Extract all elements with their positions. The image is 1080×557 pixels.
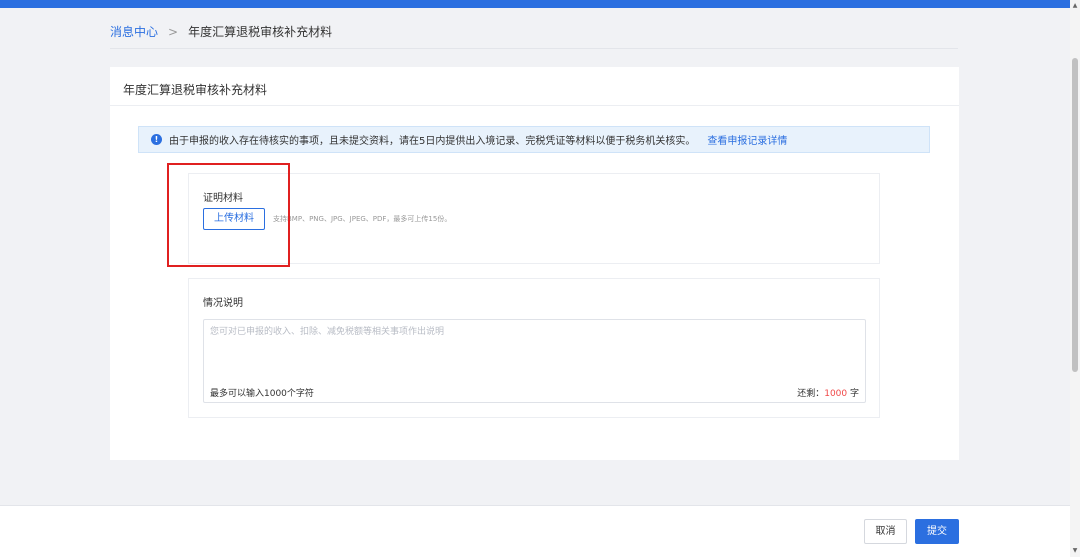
vertical-scrollbar[interactable]: ▲ ▼ — [1070, 0, 1080, 557]
remaining-count: 1000 — [824, 389, 848, 399]
card-divider — [110, 105, 959, 106]
remaining-suffix: 字 — [847, 389, 859, 399]
view-declaration-record-link[interactable]: 查看申报记录详情 — [707, 132, 787, 147]
situation-description-section: 情况说明 最多可以输入1000个字符 还剩：1000 字 — [188, 278, 880, 418]
description-textarea[interactable] — [204, 320, 865, 378]
proof-materials-section: 证明材料 上传材料 支持BMP、PNG、JPG、JPEG、PDF，最多可上传15… — [188, 173, 880, 264]
top-accent-bar — [0, 0, 1070, 8]
footer-action-bar: 取消 提交 — [0, 505, 1070, 557]
scroll-down-arrow-icon[interactable]: ▼ — [1070, 547, 1080, 555]
description-textarea-wrapper: 最多可以输入1000个字符 还剩：1000 字 — [203, 319, 866, 403]
breadcrumb-current: 年度汇算退税审核补充材料 — [188, 25, 333, 39]
notice-text: 由于申报的收入存在待核实的事项，且未提交资料，请在5日内提供出入境记录、完税凭证… — [169, 136, 696, 147]
breadcrumb: 消息中心 > 年度汇算退税审核补充材料 — [110, 22, 332, 42]
breadcrumb-message-center-link[interactable]: 消息中心 — [110, 22, 158, 42]
char-limit-text: 最多可以输入1000个字符 — [210, 389, 314, 399]
breadcrumb-divider — [110, 48, 958, 49]
remaining-prefix: 还剩： — [797, 389, 825, 399]
main-content: 消息中心 > 年度汇算退税审核补充材料 年度汇算退税审核补充材料 ! 由于申报的… — [0, 8, 1070, 503]
submit-button[interactable]: 提交 — [915, 519, 959, 544]
chevron-right-icon: > — [168, 25, 179, 39]
situation-description-label: 情况说明 — [203, 298, 243, 309]
info-icon: ! — [151, 134, 162, 145]
scroll-up-arrow-icon[interactable]: ▲ — [1070, 2, 1080, 10]
card-title: 年度汇算退税审核补充材料 — [123, 83, 268, 97]
upload-hint: 支持BMP、PNG、JPG、JPEG、PDF，最多可上传15份。 — [273, 215, 452, 223]
scrollbar-thumb[interactable] — [1072, 58, 1078, 372]
char-remaining-counter: 还剩：1000 字 — [797, 386, 859, 399]
info-notice-banner: ! 由于申报的收入存在待核实的事项，且未提交资料，请在5日内提供出入境记录、完税… — [138, 126, 930, 153]
red-highlight-annotation — [167, 163, 290, 267]
cancel-button[interactable]: 取消 — [864, 519, 907, 544]
